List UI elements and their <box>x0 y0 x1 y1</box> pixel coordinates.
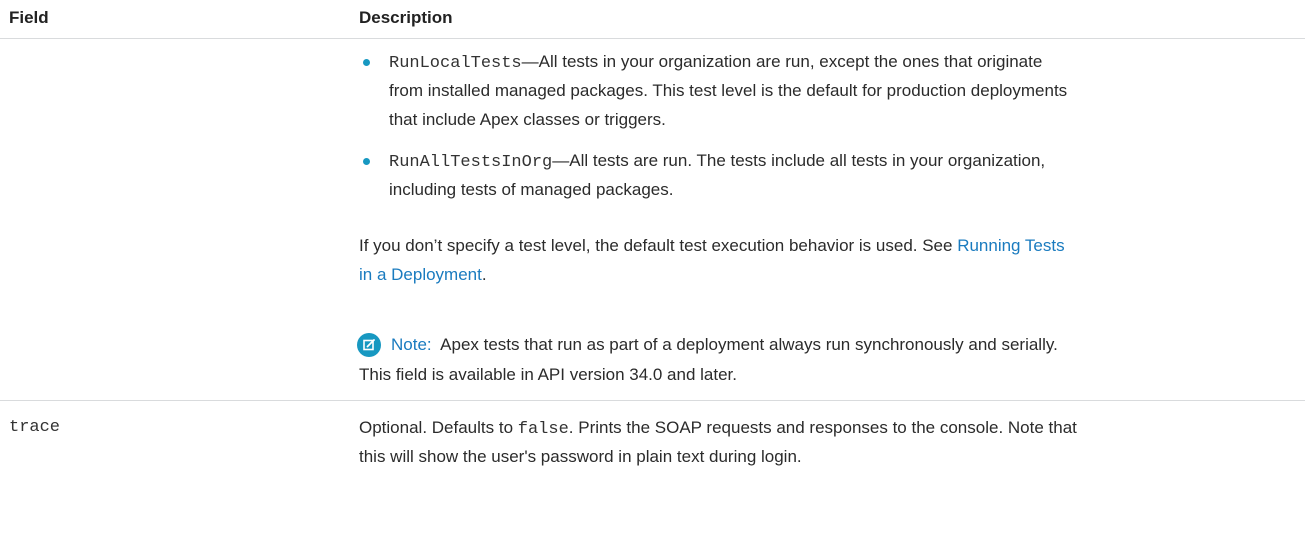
running-tests-link-continued[interactable]: in a Deployment <box>359 265 482 284</box>
edit-note-icon <box>357 333 381 357</box>
list-item: RunLocalTests—All tests in your organiza… <box>389 48 1042 78</box>
description-text: . Prints the SOAP requests and responses… <box>568 418 1077 437</box>
code-false: false <box>517 420 569 439</box>
bullet-text-line: —All tests are run. The tests include al… <box>552 151 1046 170</box>
bullet-icon <box>363 59 370 66</box>
bullet-text-line: that include Apex classes or triggers. <box>389 110 666 129</box>
code-runalltestsinorg: RunAllTestsInOrg <box>389 153 553 172</box>
bullet-text-line: from installed managed packages. This te… <box>389 81 1068 100</box>
bullet-icon <box>363 158 370 165</box>
code-runlocaltests: RunLocalTests <box>389 54 522 73</box>
description-text: Optional. Defaults to <box>359 418 518 437</box>
bullet-text-line: including tests of managed packages. <box>389 180 674 199</box>
paragraph-text: . <box>481 265 487 284</box>
field-description-table: Field Description RunLocalTests—All test… <box>0 0 1305 542</box>
list-item: RunAllTestsInOrg—All tests are run. The … <box>389 147 1045 177</box>
note-text: Apex tests that run as part of a deploym… <box>440 335 1058 354</box>
bullet-text-line: —All tests in your organization are run,… <box>521 52 1043 71</box>
test-level-paragraph-line2: in a Deployment. <box>359 261 487 289</box>
test-level-paragraph: If you don’t specify a test level, the d… <box>359 232 1065 260</box>
column-header-description: Description <box>359 8 453 27</box>
field-name-trace: trace <box>9 418 61 437</box>
table-header-row: Field Description <box>0 0 1305 39</box>
availability-text: This field is available in API version 3… <box>359 365 737 384</box>
paragraph-text: If you don’t specify a test level, the d… <box>359 236 958 255</box>
note: Note: Apex tests that run as part of a d… <box>391 331 1058 359</box>
trace-description-line1: Optional. Defaults to false. Prints the … <box>359 414 1077 444</box>
trace-description-line2: this will show the user's password in pl… <box>359 447 802 466</box>
running-tests-link[interactable]: Running Tests <box>957 236 1064 255</box>
column-header-field: Field <box>9 8 49 27</box>
note-label: Note: <box>391 335 432 354</box>
row-divider <box>0 400 1305 401</box>
